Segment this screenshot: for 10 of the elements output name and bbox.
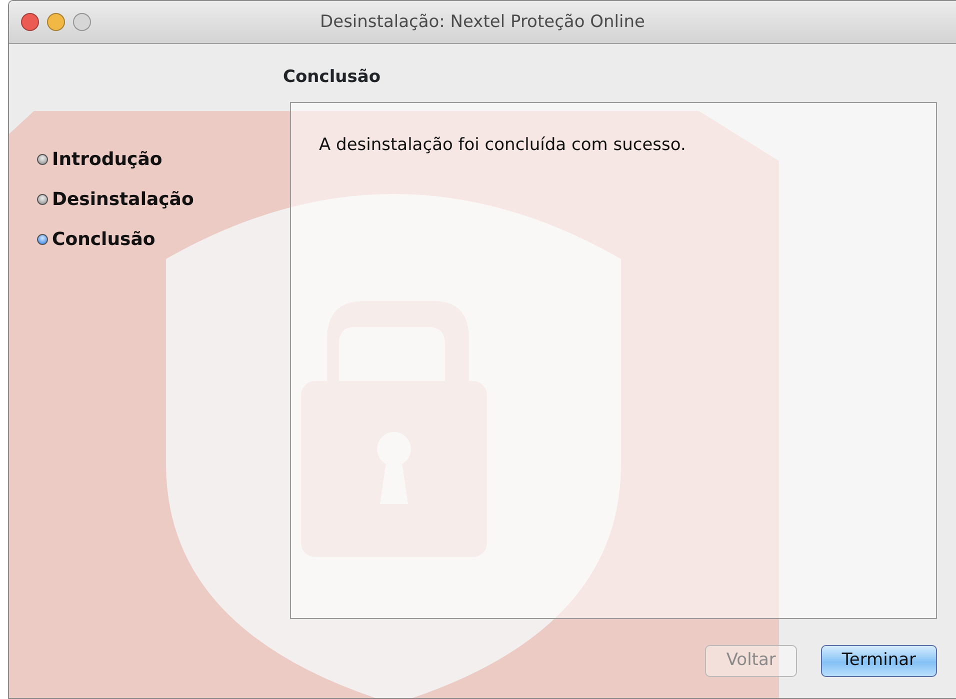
- close-icon[interactable]: [21, 13, 39, 31]
- minimize-icon[interactable]: [47, 13, 65, 31]
- step-label: Conclusão: [52, 228, 156, 252]
- step-label: Desinstalação: [52, 188, 194, 212]
- zoom-icon[interactable]: [73, 13, 91, 31]
- step-label: Introdução: [52, 148, 162, 172]
- window-title: Desinstalação: Nextel Proteção Online: [320, 12, 645, 32]
- page-heading: Conclusão: [283, 66, 381, 89]
- finish-button[interactable]: Terminar: [820, 645, 937, 677]
- status-message: A desinstalação foi concluída com sucesso.: [319, 134, 687, 157]
